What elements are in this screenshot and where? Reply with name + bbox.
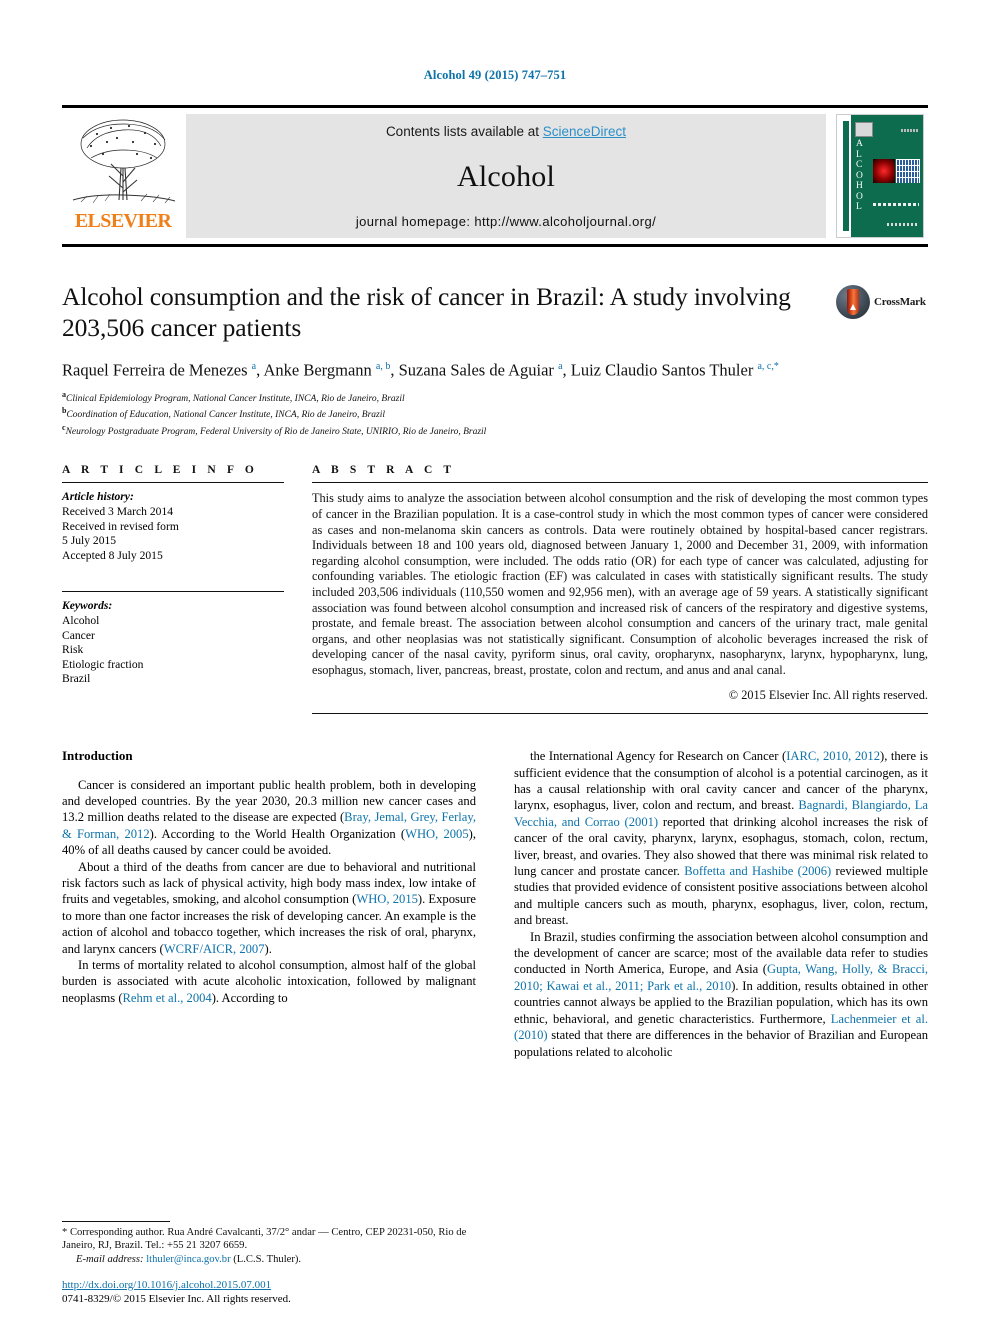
affiliation-item: cNeurology Postgraduate Program, Federal…: [62, 422, 487, 437]
doi-link[interactable]: http://dx.doi.org/10.1016/j.alcohol.2015…: [62, 1279, 271, 1291]
abstract-copyright: © 2015 Elsevier Inc. All rights reserved…: [728, 687, 928, 702]
article-history-label: Article history:: [62, 490, 134, 504]
elsevier-tree-icon: [72, 119, 176, 204]
corresponding-author-footnote: * Corresponding author. Rua André Cavalc…: [62, 1220, 468, 1266]
sciencedirect-link[interactable]: ScienceDirect: [543, 124, 626, 139]
keyword-item: Cancer: [62, 628, 95, 642]
affiliation-text: Clinical Epidemiology Program, National …: [66, 393, 405, 404]
email-owner: (L.C.S. Thuler).: [233, 1253, 302, 1265]
history-line: 5 July 2015: [62, 534, 117, 548]
journal-banner: ELSEVIER Contents lists available at Sci…: [62, 105, 928, 247]
paragraph: In terms of mortality related to alcohol…: [62, 958, 476, 1005]
keyword-item: Risk: [62, 643, 84, 657]
paragraph: About a third of the deaths from cancer …: [62, 859, 477, 956]
journal-article-page: Alcohol 49 (2015) 747–751 ELSEVIER Conte…: [0, 0, 990, 1320]
history-line: Received 3 March 2014: [62, 505, 174, 519]
elsevier-wordmark: ELSEVIER: [74, 210, 172, 232]
journal-homepage[interactable]: journal homepage: http://www.alcoholjour…: [356, 214, 656, 229]
footnote-divider: [62, 1220, 170, 1222]
running-head: Alcohol 49 (2015) 747–751: [423, 68, 567, 82]
history-line: Accepted 8 July 2015: [62, 548, 163, 562]
cover-spine-title: ALCOHOL: [856, 139, 864, 212]
crossmark-icon: [836, 285, 870, 319]
section-heading-introduction: Introduction: [62, 748, 133, 764]
email-link[interactable]: lthuler@inca.gov.br: [146, 1254, 230, 1265]
article-history-block: Article history: Received 3 March 2014 R…: [62, 483, 284, 563]
paragraph: Cancer is considered an important public…: [62, 777, 476, 858]
contents-line: Contents lists available at ScienceDirec…: [386, 124, 626, 139]
affiliation-item: bCoordination of Education, National Can…: [62, 406, 386, 421]
body-column-right: the International Agency for Research on…: [514, 748, 928, 1060]
cover-image-neuron: [873, 159, 895, 183]
email-line: E-mail address: lthuler@inca.gov.br (L.C…: [62, 1253, 468, 1266]
cover-image-traces: [896, 159, 920, 183]
keyword-item: Brazil: [62, 672, 91, 686]
journal-cover-thumbnail: ALCOHOL: [832, 112, 928, 240]
email-label: E-mail address:: [76, 1253, 144, 1265]
article-info-heading: A R T I C L E I N F O: [62, 464, 258, 477]
keywords-block: Keywords: Alcohol Cancer Risk Etiologic …: [62, 592, 284, 687]
body-column-left: Introduction Cancer is considered an imp…: [62, 748, 476, 1060]
keyword-item: Etiologic fraction: [62, 657, 144, 671]
history-line: Received in revised form: [62, 519, 179, 533]
affiliation-text: Coordination of Education, National Canc…: [66, 410, 386, 421]
article-body: Introduction Cancer is considered an imp…: [62, 748, 928, 1060]
elsevier-logo: ELSEVIER: [62, 112, 184, 240]
abstract-text: This study aims to analyze the associati…: [312, 491, 928, 677]
crossmark-badge[interactable]: CrossMark: [836, 281, 928, 319]
author-list: Raquel Ferreira de Menezes a, Anke Bergm…: [62, 360, 779, 380]
journal-title: Alcohol: [456, 159, 556, 193]
corresponding-author-text: * Corresponding author. Rua André Cavalc…: [62, 1226, 467, 1252]
affiliation-text: Neurology Postgraduate Program, Federal …: [65, 426, 487, 437]
affiliation-list: aClinical Epidemiology Program, National…: [62, 389, 928, 439]
doi-block: http://dx.doi.org/10.1016/j.alcohol.2015…: [62, 1278, 291, 1306]
cover-publisher-mark: [855, 122, 873, 137]
paragraph: In Brazil, studies confirming the associ…: [514, 929, 929, 1059]
contents-prefix: Contents lists available at: [385, 124, 543, 139]
keyword-item: Alcohol: [62, 614, 100, 628]
abstract-column: A B S T R A C T This study aims to analy…: [312, 464, 928, 715]
affiliation-item: aClinical Epidemiology Program, National…: [62, 389, 405, 404]
crossmark-label: CrossMark: [874, 296, 926, 308]
title-row: Alcohol consumption and the risk of canc…: [62, 281, 928, 343]
page-title: Alcohol consumption and the risk of canc…: [62, 282, 791, 342]
info-abstract-section: A R T I C L E I N F O Article history: R…: [62, 464, 928, 715]
keywords-label: Keywords:: [62, 599, 113, 613]
article-info-column: A R T I C L E I N F O Article history: R…: [62, 464, 312, 714]
banner-center: Contents lists available at ScienceDirec…: [186, 114, 826, 238]
issn-copyright-line: 0741-8329/© 2015 Elsevier Inc. All right…: [62, 1293, 291, 1305]
abstract-heading: A B S T R A C T: [312, 464, 456, 477]
paragraph: the International Agency for Research on…: [514, 749, 929, 928]
